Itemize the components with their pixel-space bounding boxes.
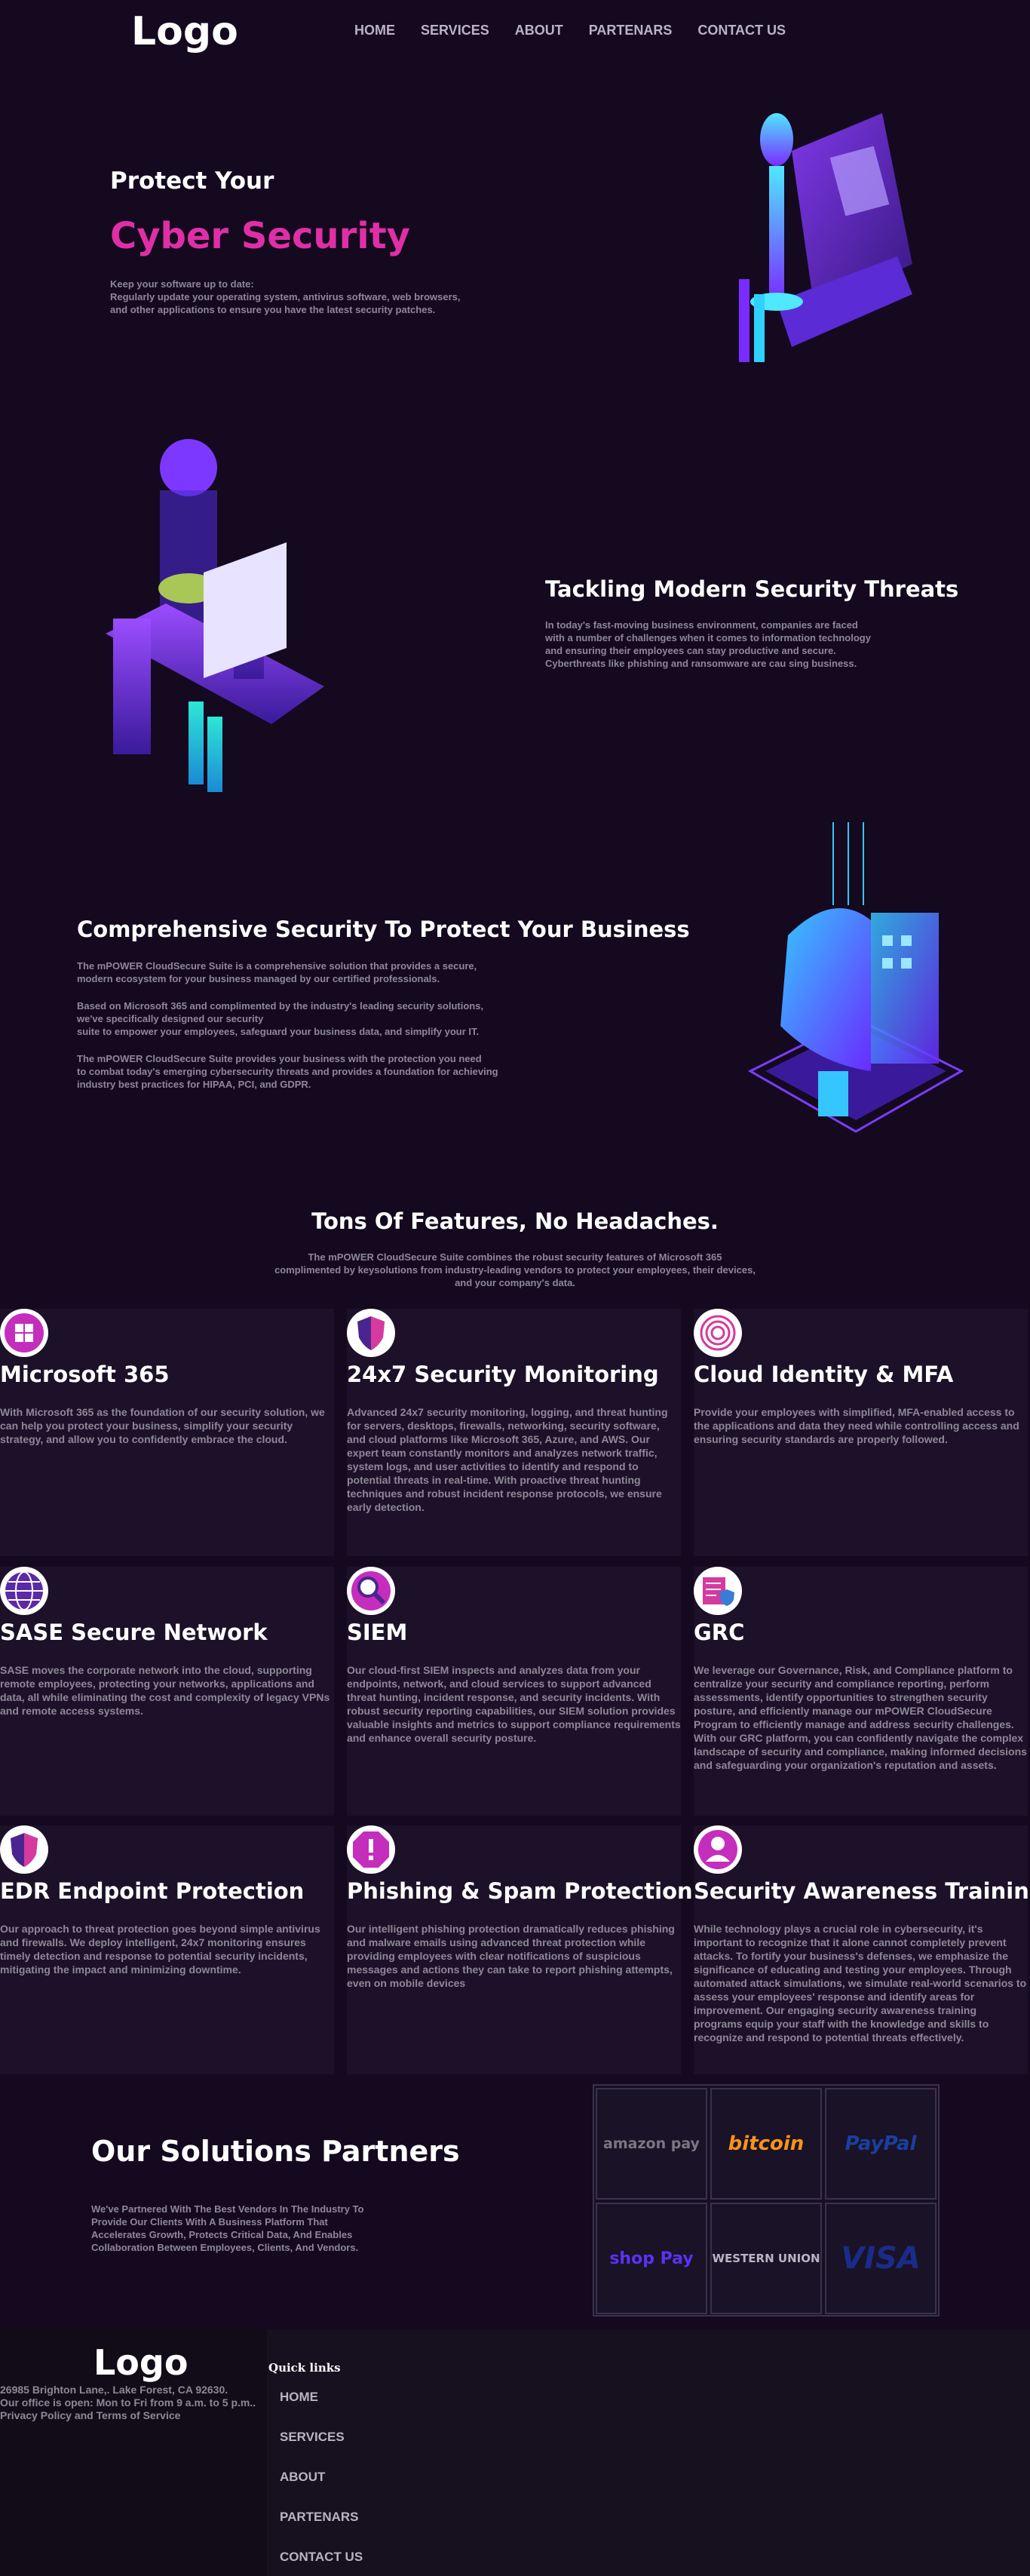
- footer-logo[interactable]: Logo: [93, 2342, 188, 2383]
- comprehensive-title: Comprehensive Security To Protect Your B…: [77, 916, 690, 942]
- feature-card-cloud-identity: Cloud Identity & MFA Provide your employ…: [694, 1309, 1028, 1556]
- feature-card-sase: SASE Secure Network SASE moves the corpo…: [0, 1567, 334, 1816]
- fingerprint-icon: [694, 1309, 742, 1357]
- nav-about[interactable]: ABOUT: [515, 23, 563, 38]
- card-text: SASE moves the corporate network into th…: [0, 1664, 330, 1717]
- logo[interactable]: Logo: [131, 9, 238, 54]
- hero-title-line1: Protect Your: [110, 167, 274, 195]
- card-title: GRC: [694, 1620, 745, 1645]
- threats-title: Tackling Modern Security Threats: [545, 576, 959, 602]
- bitcoin-logo: bitcoin: [710, 2088, 822, 2200]
- card-title: Security Awareness Training: [694, 1878, 1030, 1904]
- features-title: Tons Of Features, No Headaches.: [311, 1208, 719, 1234]
- footer-link-partenars[interactable]: PARTENARS: [280, 2510, 363, 2525]
- hero-description: Keep your software up to date: Regularly…: [110, 278, 461, 315]
- footer-link-about[interactable]: ABOUT: [280, 2470, 363, 2485]
- card-title: Microsoft 365: [0, 1362, 170, 1387]
- footer-address: 26985 Brighton Lane,. Lake Forest, CA 92…: [0, 2384, 228, 2396]
- card-text: With Microsoft 365 as the foundation of …: [0, 1406, 325, 1445]
- user-icon: [694, 1825, 742, 1874]
- card-text: While technology plays a crucial role in…: [694, 1923, 1027, 2043]
- shield-icon: [0, 1825, 48, 1874]
- quick-links-title: Quick links: [268, 2361, 341, 2375]
- feature-card-security-monitoring: 24x7 Security Monitoring Advanced 24x7 s…: [347, 1309, 681, 1556]
- card-title: SASE Secure Network: [0, 1620, 268, 1645]
- footer-link-services[interactable]: SERVICES: [280, 2430, 363, 2445]
- partners-title: Our Solutions Partners: [91, 2135, 460, 2168]
- card-title: SIEM: [347, 1620, 408, 1645]
- card-text: Our approach to threat protection goes b…: [0, 1923, 320, 1976]
- feature-card-phishing: Phishing & Spam Protection Our intellige…: [347, 1825, 693, 2074]
- footer-link-contact-us[interactable]: CONTACT US: [280, 2550, 363, 2565]
- footer-contact: 26985 Brighton Lane,. Lake Forest, CA 92…: [0, 2384, 256, 2422]
- magnifier-icon: [347, 1567, 395, 1615]
- warning-icon: [347, 1825, 395, 1874]
- threats-description: In today's fast-moving business environm…: [545, 619, 871, 669]
- card-text: Our intelligent phishing protection dram…: [347, 1923, 675, 1989]
- footer-hours: Our office is open: Mon to Fri from 9 a.…: [0, 2396, 256, 2409]
- shield-lock-illustration: [747, 822, 964, 1133]
- partners-description: We've Partnered With The Best Vendors In…: [91, 2203, 364, 2253]
- card-title: Phishing & Spam Protection: [347, 1878, 693, 1904]
- card-title: Cloud Identity & MFA: [694, 1362, 954, 1387]
- feature-card-grc: GRC We leverage our Governance, Risk, an…: [694, 1567, 1028, 1816]
- nav-contact-us[interactable]: CONTACT US: [697, 23, 786, 38]
- nav-services[interactable]: SERVICES: [421, 23, 489, 38]
- feature-card-edr: EDR Endpoint Protection Our approach to …: [0, 1825, 334, 2074]
- comprehensive-description: The mPOWER CloudSecure Suite is a compre…: [77, 960, 498, 1090]
- windows-icon: [0, 1309, 48, 1357]
- amazon-pay-logo: amazon pay: [596, 2088, 707, 2200]
- shop-pay-logo: shop Pay: [596, 2203, 707, 2314]
- features-description: The mPOWER CloudSecure Suite combines th…: [274, 1251, 756, 1288]
- hero-title-line2: Cyber Security: [110, 215, 410, 257]
- footer-link-home[interactable]: HOME: [280, 2390, 363, 2405]
- western-union-logo: WESTERN UNION: [710, 2203, 822, 2314]
- card-text: We leverage our Governance, Risk, and Co…: [694, 1664, 1027, 1771]
- card-text: Our cloud-first SIEM inspects and analyz…: [347, 1664, 681, 1744]
- cyber-security-illustration: [739, 113, 912, 362]
- footer-quick-links: HOME SERVICES ABOUT PARTENARS CONTACT US: [280, 2390, 363, 2576]
- card-title: 24x7 Security Monitoring: [347, 1362, 659, 1387]
- main-nav: HOME SERVICES ABOUT PARTENARS CONTACT US: [354, 23, 811, 38]
- card-text: Advanced 24x7 security monitoring, loggi…: [347, 1406, 668, 1513]
- feature-card-microsoft-365: Microsoft 365 With Microsoft 365 as the …: [0, 1309, 334, 1556]
- footer-policy[interactable]: Privacy Policy and Terms of Service: [0, 2409, 256, 2422]
- visa-logo: VISA: [825, 2203, 937, 2314]
- card-text: Provide your employees with simplified, …: [694, 1406, 1019, 1445]
- globe-icon: [0, 1567, 48, 1615]
- feature-card-siem: SIEM Our cloud-first SIEM inspects and a…: [347, 1567, 681, 1816]
- card-title: EDR Endpoint Protection: [0, 1878, 305, 1904]
- paypal-logo: PayPal: [825, 2088, 937, 2200]
- shield-icon: [347, 1309, 395, 1357]
- data-center-illustration: [106, 439, 324, 792]
- feature-card-awareness: Security Awareness Training While techno…: [694, 1825, 1030, 2074]
- checklist-shield-icon: [694, 1567, 742, 1615]
- nav-partenars[interactable]: PARTENARS: [589, 23, 673, 38]
- nav-home[interactable]: HOME: [354, 23, 395, 38]
